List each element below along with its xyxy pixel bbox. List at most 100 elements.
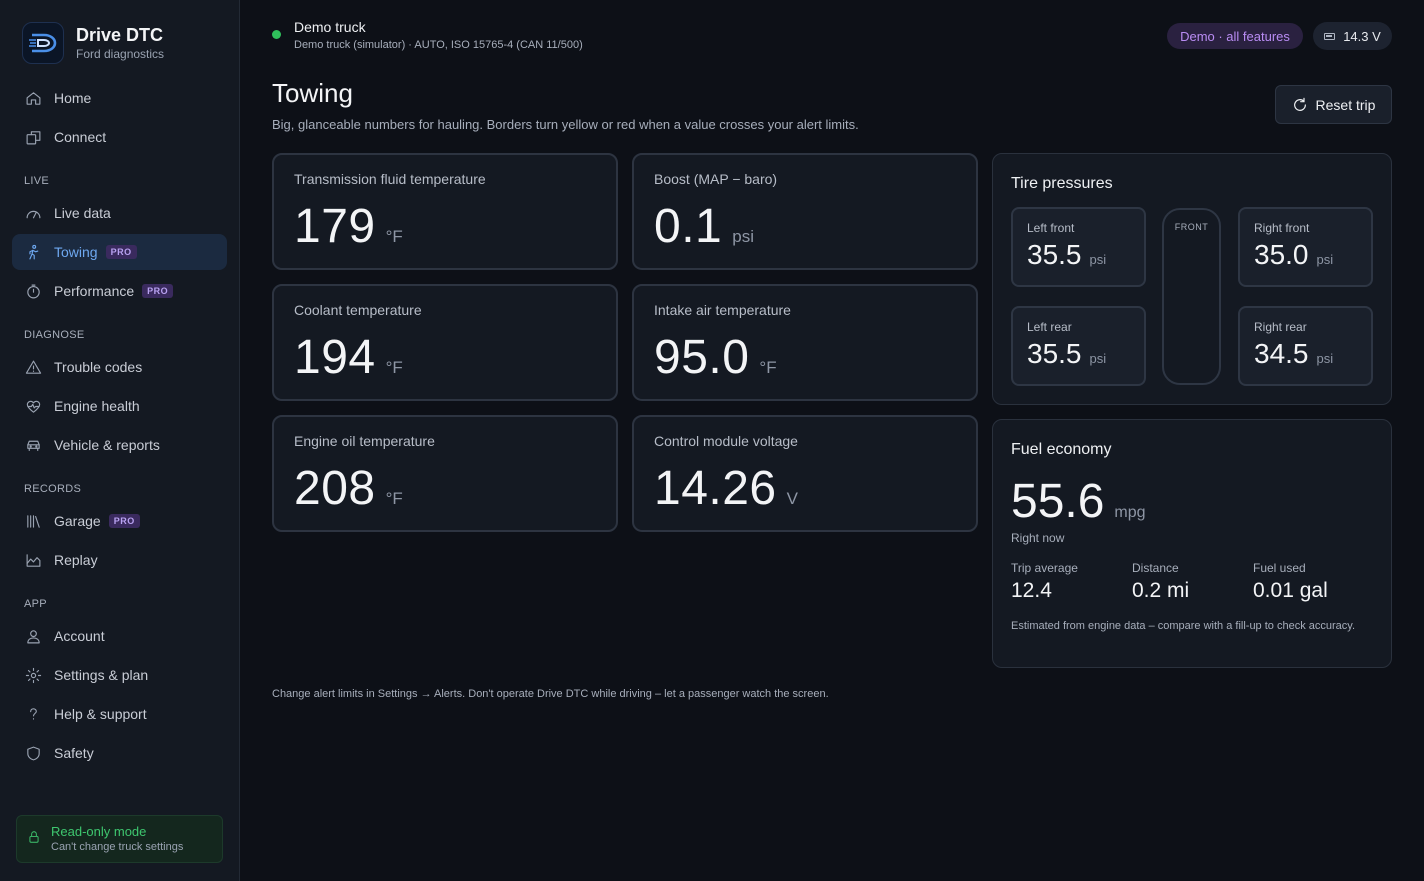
metric-unit: °F — [385, 358, 403, 377]
battery-voltage-value: 14.3 V — [1343, 28, 1381, 44]
app-title: Drive DTC — [76, 25, 164, 45]
nav-connect[interactable]: Connect — [12, 119, 227, 155]
tire-left-rear: Left rear 35.5 psi — [1011, 306, 1146, 386]
metric-value: 0.1 — [654, 200, 723, 253]
section-diagnose: DIAGNOSE — [24, 329, 85, 341]
heart-pulse-icon — [24, 397, 42, 415]
lock-icon — [27, 830, 41, 849]
pro-badge: PRO — [108, 514, 140, 528]
nav-help-label: Help & support — [54, 706, 147, 722]
tire-label: Right rear — [1254, 320, 1307, 334]
fuel-stat-trip-average: Trip average 12.4 — [1011, 561, 1078, 603]
tire-value: 35.0 — [1254, 239, 1309, 270]
section-live: LIVE — [24, 175, 50, 187]
nav-live-data[interactable]: Live data — [12, 195, 227, 231]
fuel-stat-distance: Distance 0.2 mi — [1132, 561, 1189, 603]
metric-card-coolant-temp: Coolant temperature 194 °F — [272, 284, 618, 401]
gauge-icon — [24, 204, 42, 222]
readonly-mode-banner: Read-only mode Can't change truck settin… — [16, 815, 223, 863]
fuel-economy-value: 55.6 — [1011, 475, 1105, 528]
nav-vehicle-reports[interactable]: Vehicle & reports — [12, 427, 227, 463]
connection-status-dot — [272, 30, 281, 39]
metric-value: 179 — [294, 200, 376, 253]
truck-front-label: FRONT — [1174, 222, 1209, 232]
home-icon — [24, 89, 42, 107]
nav-account-label: Account — [54, 628, 105, 644]
nav-trouble-codes[interactable]: Trouble codes — [12, 349, 227, 385]
page-title: Towing — [272, 78, 353, 108]
tire-unit: psi — [1316, 252, 1334, 267]
tire-unit: psi — [1316, 351, 1334, 366]
tire-value: 35.5 — [1027, 239, 1082, 270]
fuel-economy-unit: mpg — [1114, 504, 1146, 521]
metric-unit: V — [786, 489, 798, 508]
metric-label: Engine oil temperature — [294, 433, 435, 449]
fuel-stat-fuel-used: Fuel used 0.01 gal — [1253, 561, 1328, 603]
nav-help[interactable]: Help & support — [12, 696, 227, 732]
nav-safety[interactable]: Safety — [12, 735, 227, 771]
nav-home[interactable]: Home — [12, 80, 227, 116]
refresh-icon — [1293, 97, 1306, 111]
tire-label: Left rear — [1027, 320, 1072, 334]
metric-card-module-voltage: Control module voltage 14.26 V — [632, 415, 978, 532]
nav-account[interactable]: Account — [12, 618, 227, 654]
reset-trip-button[interactable]: Reset trip — [1275, 85, 1392, 124]
footer-note: Change alert limits in Settings → Alerts… — [272, 688, 829, 700]
tire-left-front: Left front 35.5 psi — [1011, 207, 1146, 287]
metric-label: Control module voltage — [654, 433, 798, 449]
tire-unit: psi — [1089, 252, 1107, 267]
warning-icon — [24, 358, 42, 376]
car-icon — [24, 436, 42, 454]
nav-engine-health-label: Engine health — [54, 398, 140, 414]
metric-unit: psi — [732, 227, 754, 246]
nav-towing[interactable]: Towing PRO — [12, 234, 227, 270]
fuel-economy-title: Fuel economy — [1011, 441, 1112, 458]
nav-connect-label: Connect — [54, 129, 107, 145]
library-icon — [24, 512, 42, 530]
nav-garage-label: Garage — [54, 513, 101, 529]
readonly-subtitle: Can't change truck settings — [51, 841, 184, 853]
metric-value: 194 — [294, 331, 376, 384]
stopwatch-icon — [24, 282, 42, 300]
fuel-stat-label: Trip average — [1011, 561, 1078, 575]
app-logo — [22, 22, 64, 64]
nav-live-data-label: Live data — [54, 205, 111, 221]
metric-unit: °F — [385, 227, 403, 246]
nav-garage[interactable]: Garage PRO — [12, 503, 227, 539]
metric-label: Boost (MAP − baro) — [654, 171, 778, 187]
nav-replay[interactable]: Replay — [12, 542, 227, 578]
section-app: APP — [24, 598, 47, 610]
metric-card-intake-air-temp: Intake air temperature 95.0 °F — [632, 284, 978, 401]
nav-performance[interactable]: Performance PRO — [12, 273, 227, 309]
vehicle-name: Demo truck — [294, 19, 366, 35]
tire-label: Left front — [1027, 221, 1075, 235]
demo-badge[interactable]: Demo · all features — [1167, 23, 1303, 49]
metric-card-oil-temp: Engine oil temperature 208 °F — [272, 415, 618, 532]
tire-label: Right front — [1254, 221, 1310, 235]
section-records: RECORDS — [24, 483, 82, 495]
gear-icon — [24, 666, 42, 684]
pro-badge: PRO — [142, 284, 174, 298]
app-subtitle: Ford diagnostics — [76, 47, 165, 61]
nav-performance-label: Performance — [54, 283, 135, 299]
metric-value: 95.0 — [654, 331, 750, 384]
battery-voltage-pill: 14.3 V — [1313, 22, 1392, 50]
nav-settings-label: Settings & plan — [54, 667, 149, 683]
tire-right-front: Right front 35.0 psi — [1238, 207, 1373, 287]
tire-pressures-title: Tire pressures — [1011, 175, 1113, 192]
fuel-stat-value: 0.2 mi — [1132, 579, 1190, 602]
metric-label: Coolant temperature — [294, 302, 422, 318]
nav-replay-label: Replay — [54, 552, 98, 568]
fuel-stat-label: Distance — [1132, 561, 1179, 575]
nav-engine-health[interactable]: Engine health — [12, 388, 227, 424]
metric-label: Intake air temperature — [654, 302, 791, 318]
vehicle-detail: Demo truck (simulator) · AUTO, ISO 15765… — [294, 39, 583, 51]
nav-towing-label: Towing — [54, 244, 98, 260]
brand[interactable]: Drive DTC Ford diagnostics — [22, 22, 164, 64]
nav-trouble-codes-label: Trouble codes — [54, 359, 143, 375]
nav-settings[interactable]: Settings & plan — [12, 657, 227, 693]
metric-card-boost: Boost (MAP − baro) 0.1 psi — [632, 153, 978, 270]
shield-icon — [24, 744, 42, 762]
nav-vehicle-reports-label: Vehicle & reports — [54, 437, 160, 453]
fuel-stat-label: Fuel used — [1253, 561, 1306, 575]
